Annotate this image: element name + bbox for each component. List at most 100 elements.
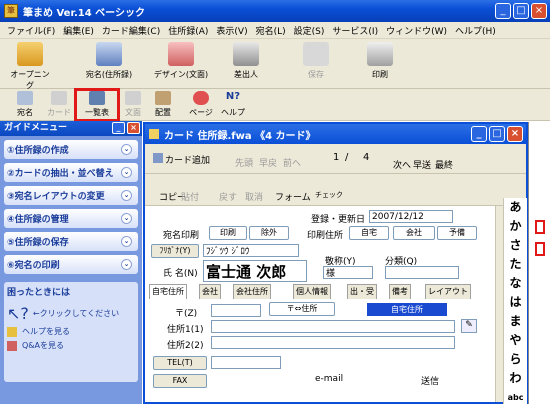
- card-view-button[interactable]: カード: [44, 91, 74, 118]
- menu-view[interactable]: 表示(V): [212, 24, 251, 37]
- menu-window[interactable]: ウィンドウ(W): [382, 24, 451, 37]
- guide-item-extract[interactable]: ②カードの抽出・並べ替え ⌄: [4, 163, 138, 182]
- kana-tab-na[interactable]: な: [504, 274, 527, 293]
- next-fast-button[interactable]: 早送: [413, 158, 431, 171]
- minimize-button[interactable]: _: [495, 3, 511, 19]
- form-button[interactable]: フォーム: [275, 190, 311, 203]
- guide-item-save[interactable]: ⑤住所録の保存 ⌄: [4, 232, 138, 251]
- menu-card-edit[interactable]: カード編集(C): [98, 24, 164, 37]
- kana-tab-a[interactable]: あ: [504, 198, 527, 217]
- guide-item-create[interactable]: ①住所録の作成 ⌄: [4, 140, 138, 159]
- print-toggle-button[interactable]: 印刷: [209, 226, 247, 240]
- card-add-button[interactable]: カード追加: [153, 153, 210, 166]
- tab-company[interactable]: 会社: [199, 284, 221, 299]
- kana-tab-ha[interactable]: は: [504, 293, 527, 312]
- cancel-button[interactable]: 取消: [245, 190, 263, 203]
- furigana-field[interactable]: [203, 244, 299, 257]
- haichi-button[interactable]: 配置: [148, 91, 178, 118]
- company-addr-button[interactable]: 会社: [393, 226, 435, 240]
- chevron-down-icon: ⌄: [121, 167, 132, 178]
- honorific-select[interactable]: [323, 266, 373, 279]
- kana-tab-ka[interactable]: か: [504, 217, 527, 236]
- reserve-addr-button[interactable]: 予備: [437, 226, 477, 240]
- guide-item-print[interactable]: ⑥宛名の印刷 ⌄: [4, 255, 138, 274]
- maximize-button[interactable]: □: [513, 3, 529, 19]
- background-window-edge: [528, 122, 550, 404]
- home-addr-button[interactable]: 自宅: [349, 226, 389, 240]
- prev-button[interactable]: 前へ: [283, 156, 301, 169]
- tel-button[interactable]: TEL(T): [153, 356, 207, 370]
- kana-tab-ra[interactable]: ら: [504, 350, 527, 369]
- fax-button[interactable]: FAX: [153, 374, 207, 388]
- opening-button[interactable]: オープニング: [8, 42, 52, 91]
- pen-icon[interactable]: ✎: [461, 319, 477, 333]
- zip-convert-button[interactable]: 〒⇔住所: [269, 302, 335, 316]
- kana-tab-sa[interactable]: さ: [504, 236, 527, 255]
- exclude-toggle-button[interactable]: 除外: [249, 226, 289, 240]
- menu-help[interactable]: ヘルプ(H): [451, 24, 500, 37]
- card-close-button[interactable]: ×: [507, 126, 523, 142]
- card-minimize-button[interactable]: _: [471, 126, 487, 142]
- atena-button[interactable]: 宛名(住所録): [78, 42, 140, 80]
- menu-edit[interactable]: 編集(E): [59, 24, 98, 37]
- card-window-icon: [149, 129, 159, 139]
- menu-service[interactable]: サービス(I): [328, 24, 382, 37]
- card-title-bar: カード 住所録.fwa 《4 カード》 _ □ ×: [145, 124, 526, 144]
- guide-minimize-button[interactable]: _: [112, 122, 125, 134]
- name-field[interactable]: [203, 260, 307, 282]
- guide-item-manage[interactable]: ④住所録の管理 ⌄: [4, 209, 138, 228]
- tab-personal-info[interactable]: 個人情報: [293, 284, 331, 299]
- help-button[interactable]: N? ヘルプ: [218, 91, 248, 118]
- sashidashi-button[interactable]: 差出人: [226, 42, 266, 80]
- close-button[interactable]: ×: [531, 3, 547, 19]
- card-window: カード 住所録.fwa 《4 カード》 _ □ × カード追加 先頭 早戻 前へ…: [143, 122, 528, 404]
- reg-date-field[interactable]: [369, 210, 453, 223]
- page-separator: /: [345, 152, 349, 163]
- guide-close-button[interactable]: ×: [127, 122, 140, 134]
- addr2-field[interactable]: [211, 336, 455, 349]
- prev-fast-button[interactable]: 早戻: [259, 156, 277, 169]
- check-button[interactable]: チェック: [315, 190, 343, 200]
- bunmen-button[interactable]: 文面: [118, 91, 148, 118]
- tab-notes[interactable]: 備考: [389, 284, 411, 299]
- save-button[interactable]: 保存: [296, 42, 336, 80]
- menu-address-book[interactable]: 住所録(A): [164, 24, 212, 37]
- design-button[interactable]: デザイン(文面): [150, 42, 212, 80]
- kana-tab-abc[interactable]: abc: [504, 388, 527, 407]
- page-total: 4: [363, 152, 370, 163]
- next-button[interactable]: 次へ: [393, 158, 411, 171]
- qa-link[interactable]: Q&Aを見る: [7, 340, 135, 351]
- help-link[interactable]: ヘルプを見る: [7, 326, 135, 337]
- guide-item-layout[interactable]: ③宛名レイアウトの変更 ⌄: [4, 186, 138, 205]
- furigana-button[interactable]: ﾌﾘｶﾞﾅ(Y): [151, 244, 199, 258]
- kana-tab-ta[interactable]: た: [504, 255, 527, 274]
- tab-layout[interactable]: レイアウト: [425, 284, 471, 299]
- addr2-label: 住所2(2): [167, 341, 204, 351]
- category-select[interactable]: [385, 266, 459, 279]
- atena-view-button[interactable]: 宛名: [10, 91, 40, 118]
- menu-settings[interactable]: 設定(S): [290, 24, 329, 37]
- paste-button[interactable]: 貼付: [181, 190, 199, 203]
- tab-send-receive[interactable]: 出・受: [347, 284, 377, 299]
- card-maximize-button[interactable]: □: [489, 126, 505, 142]
- printer-icon: [367, 42, 393, 66]
- first-button[interactable]: 先頭: [235, 156, 253, 169]
- floppy-icon: [303, 42, 329, 66]
- kana-tab-ya[interactable]: や: [504, 331, 527, 350]
- print-button[interactable]: 印刷: [360, 42, 400, 80]
- page-button[interactable]: ページ: [186, 91, 216, 118]
- undo-button[interactable]: 戻す: [219, 190, 237, 203]
- last-button[interactable]: 最終: [435, 158, 453, 171]
- bunmen-icon: [125, 91, 141, 105]
- kana-tab-ma[interactable]: ま: [504, 312, 527, 331]
- kana-tab-wa[interactable]: わ: [504, 369, 527, 388]
- menu-atena[interactable]: 宛名(L): [252, 24, 290, 37]
- tab-company-address[interactable]: 会社住所: [233, 284, 271, 299]
- zip-field[interactable]: [211, 304, 261, 317]
- tab-home-address[interactable]: 自宅住所: [149, 284, 187, 299]
- sender-icon: [233, 42, 259, 66]
- menu-file[interactable]: ファイル(F): [3, 24, 59, 37]
- card-edit-toolbar: コピー 貼付 戻す 取消 フォーム チェック: [145, 174, 526, 206]
- tel-field[interactable]: [211, 356, 281, 369]
- addr1-field[interactable]: [211, 320, 455, 333]
